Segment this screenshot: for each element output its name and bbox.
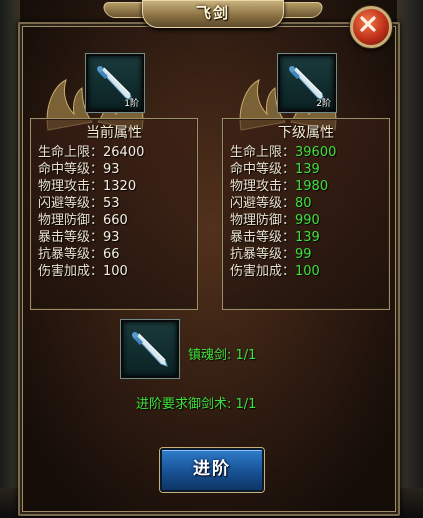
current-stats-title: 当前属性 [86,125,142,141]
stat-row: 命中等级：139 [223,161,389,178]
stat-row: 物理防御：990 [223,212,389,229]
close-button[interactable] [350,6,392,48]
stat-row: 抗暴等级：99 [223,246,389,263]
stat-label: 闪避等级： [230,196,296,211]
next-item-level: 2阶 [316,99,331,109]
advance-requirement-label: 进阶要求御剑术: 1/1 [136,397,257,412]
stat-row: 生命上限：39600 [223,144,389,161]
stat-row: 伤害加成：100 [31,263,197,280]
stat-label: 抗暴等级： [38,247,104,262]
close-x-icon [360,16,376,32]
stat-row: 抗暴等级：66 [31,246,197,263]
stat-label: 物理攻击： [230,179,296,194]
stat-label: 命中等级： [230,162,296,177]
stat-row: 闪避等级：53 [31,195,197,212]
stat-row: 物理攻击：1980 [223,178,389,195]
title-plate: 飞剑 [142,0,284,28]
stat-row: 暴击等级：93 [31,229,197,246]
stat-value: 93 [103,162,120,177]
stat-value: 39600 [295,145,337,160]
background-right-edge [397,0,423,518]
stat-value: 66 [103,247,120,262]
stat-value: 100 [103,264,128,279]
stat-row: 生命上限：26400 [31,144,197,161]
stat-label: 暴击等级： [38,230,104,245]
stat-value: 1320 [103,179,137,194]
window-title: 飞剑 [195,4,230,22]
stat-value: 99 [295,247,312,262]
stat-value: 139 [295,230,320,245]
next-stats-panel: 下级属性 生命上限：39600 命中等级：139 物理攻击：1980 闪避等级：80 物… [222,118,390,310]
stat-row: 物理防御：660 [31,212,197,229]
material-count-label: 镇魂剑: 1/1 [188,348,257,363]
stat-label: 物理防御： [38,213,104,228]
current-item-level: 1阶 [124,99,139,109]
stat-value: 139 [295,162,320,177]
stat-value: 100 [295,264,320,279]
stat-label: 生命上限： [230,145,296,160]
stat-label: 闪避等级： [38,196,104,211]
advance-button[interactable]: 进阶 [160,448,264,492]
stat-row: 命中等级：93 [31,161,197,178]
advance-button-label: 进阶 [193,459,231,479]
game-screen: 飞剑 1阶 2阶 当前属性 生命上限：26400 命中等级：93 物理攻击：13… [0,0,423,518]
stat-row: 物理攻击：1320 [31,178,197,195]
stat-value: 93 [103,230,120,245]
stat-label: 伤害加成： [230,264,296,279]
material-slot[interactable] [121,320,179,378]
stat-label: 命中等级： [38,162,104,177]
flying-sword-icon [132,332,168,367]
stat-value: 990 [295,213,320,228]
stat-label: 暴击等级： [230,230,296,245]
stat-label: 生命上限： [38,145,104,160]
stat-value: 53 [103,196,120,211]
stat-label: 物理防御： [230,213,296,228]
stat-row: 暴击等级：139 [223,229,389,246]
background-left-edge [0,0,20,518]
stat-value: 660 [103,213,128,228]
stat-label: 抗暴等级： [230,247,296,262]
stat-row: 闪避等级：80 [223,195,389,212]
stat-label: 物理攻击： [38,179,104,194]
stat-row: 伤害加成：100 [223,263,389,280]
current-stats-panel: 当前属性 生命上限：26400 命中等级：93 物理攻击：1320 闪避等级：53 物理… [30,118,198,310]
stat-value: 1980 [295,179,329,194]
stat-value: 80 [295,196,312,211]
next-stats-title: 下级属性 [278,125,334,141]
stat-value: 26400 [103,145,145,160]
current-item-slot[interactable]: 1阶 [86,54,144,112]
next-item-slot[interactable]: 2阶 [278,54,336,112]
stat-label: 伤害加成： [38,264,104,279]
